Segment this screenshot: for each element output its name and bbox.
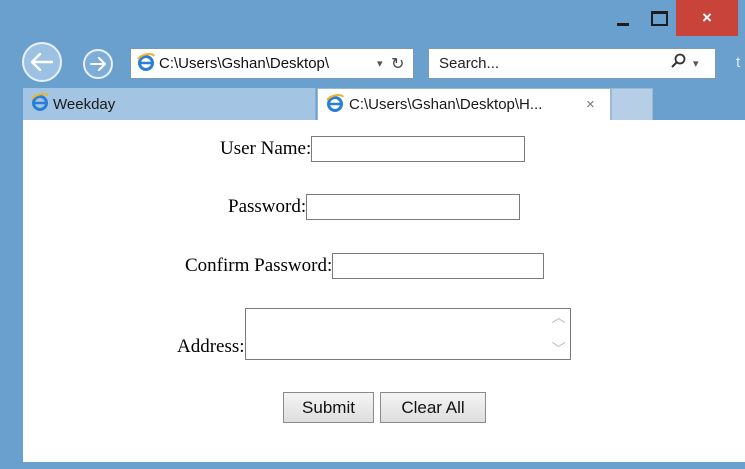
password-row: Password: [228, 194, 521, 220]
username-row: User Name: [220, 136, 526, 162]
back-button[interactable] [22, 42, 62, 82]
tab-label: C:\Users\Gshan\Desktop\H... [349, 96, 543, 113]
scroll-down-icon[interactable]: ﹀ [552, 343, 566, 357]
arrow-left-icon [31, 53, 53, 71]
address-label: Address: [177, 336, 245, 357]
ie-icon [31, 93, 49, 115]
button-row: Submit Clear All [283, 392, 486, 423]
new-tab-button[interactable] [611, 88, 653, 120]
page-content: User Name: Password: Confirm Password: A… [23, 120, 745, 462]
search-input[interactable]: Search... [429, 55, 671, 72]
search-box[interactable]: Search... ▾ [428, 48, 716, 79]
tab-bar: Weekday C:\Users\Gshan\Desktop\H... × [23, 88, 745, 120]
minimize-button[interactable] [604, 0, 642, 36]
submit-button[interactable]: Submit [283, 392, 374, 423]
toolbar-overflow: t [736, 54, 741, 71]
navigation-bar: C:\Users\Gshan\Desktop\ ▾ ↻ Search... ▾ … [18, 40, 745, 86]
refresh-icon[interactable]: ↻ [391, 54, 413, 74]
maximize-button[interactable] [642, 0, 676, 36]
clear-all-button[interactable]: Clear All [380, 392, 486, 423]
username-input[interactable] [311, 136, 526, 162]
address-textarea[interactable]: ︿ ﹀ [244, 308, 571, 360]
tab-active-page[interactable]: C:\Users\Gshan\Desktop\H... × [317, 88, 611, 120]
tab-label: Weekday [53, 95, 116, 113]
forward-button[interactable] [83, 49, 113, 79]
title-bar: × [0, 0, 745, 40]
scroll-up-icon[interactable]: ︿ [552, 311, 566, 325]
maximize-icon [650, 10, 668, 26]
search-dropdown-icon[interactable]: ▾ [693, 57, 715, 70]
confirm-password-input[interactable] [332, 253, 545, 279]
address-text[interactable]: C:\Users\Gshan\Desktop\ [159, 55, 377, 72]
tab-weekday[interactable]: Weekday [23, 88, 316, 120]
textarea-scrollbar[interactable]: ︿ ﹀ [550, 311, 568, 357]
ie-page-icon [137, 52, 155, 75]
confirm-password-label: Confirm Password: [185, 255, 333, 276]
arrow-right-icon [90, 57, 106, 71]
browser-window: × C:\Users\Gshan\Desktop\ ▾ ↻ Search... [0, 0, 745, 469]
confirm-password-row: Confirm Password: [185, 253, 545, 279]
password-input[interactable] [306, 194, 521, 220]
address-row: Address: ︿ ﹀ [177, 308, 571, 360]
search-icon[interactable] [671, 53, 693, 74]
address-bar[interactable]: C:\Users\Gshan\Desktop\ ▾ ↻ [130, 48, 414, 79]
tab-close-icon[interactable]: × [586, 96, 610, 113]
password-label: Password: [228, 196, 307, 217]
ie-icon [326, 93, 344, 116]
minimize-icon [617, 22, 629, 26]
username-label: User Name: [220, 138, 312, 159]
address-dropdown-icon[interactable]: ▾ [377, 57, 391, 70]
close-button[interactable]: × [676, 0, 738, 36]
